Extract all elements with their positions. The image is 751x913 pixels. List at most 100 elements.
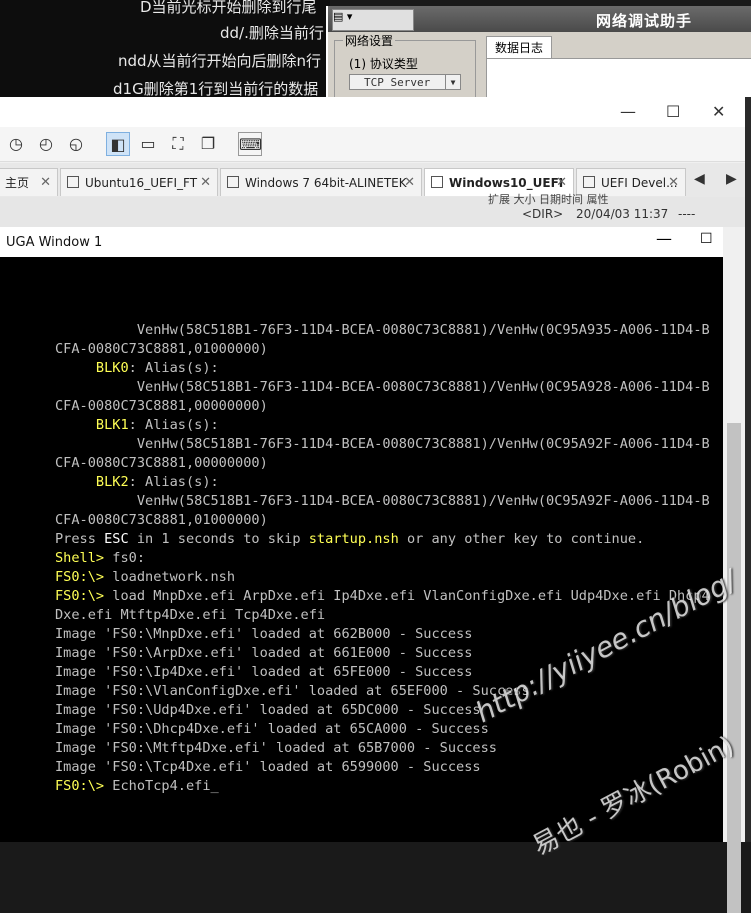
minimize-button[interactable]: — [656,229,672,248]
console-text: Press [55,531,105,547]
guest-file-list-fragment: 扩展 大小 日期时间 属性 <DIR> 20/04/03 11:37 ---- [0,193,745,227]
console-line: CFA-0080C73C8881,01000000) [55,511,268,530]
console-line: FS0:\> EchoTcp4.efi_ [55,777,219,796]
console-line: Image 'FS0:\Udp4Dxe.efi' loaded at 65DC0… [55,701,481,720]
snapshot-manager-icon[interactable]: ◵ [64,132,88,156]
console-line: BLK0: Alias(s): [55,359,219,378]
console-line: VenHw(58C518B1-76F3-11D4-BCEA-0080C73C88… [55,321,710,340]
chevron-left-icon[interactable]: ◀ [694,171,705,187]
file-attr: ---- [678,207,696,221]
console-text: Image 'FS0:\VlanConfigDxe.efi' loaded at… [55,683,530,699]
tab-data-log[interactable]: 数据日志 [486,36,552,59]
maximize-button[interactable]: ☐ [700,231,713,247]
console-text: VenHw(58C518B1-76F3-11D4-BCEA-0080C73C88… [136,379,710,395]
console-text: CFA-0080C73C8881,00000000) [55,455,268,471]
console-line: Image 'FS0:\MnpDxe.efi' loaded at 662B00… [55,625,472,644]
console-text: Image 'FS0:\ArpDxe.efi' loaded at 661E00… [55,645,473,661]
terminal-icon[interactable]: ⌨ [238,132,262,156]
background-note: dd/.删除当前行 [220,24,324,42]
console-line: Image 'FS0:\Tcp4Dxe.efi' loaded at 65990… [55,758,481,777]
close-icon[interactable]: ✕ [40,169,51,196]
data-log-panel: 数据日志 [482,36,751,102]
tab-home[interactable]: 主页 ✕ [0,168,58,196]
vm-icon [583,176,595,188]
console-text: FS0:\> [55,588,105,604]
close-icon[interactable]: ✕ [404,169,415,196]
background-window-edge [745,97,751,842]
uefi-shell-console[interactable]: VenHw(58C518B1-76F3-11D4-BCEA-0080C73C88… [0,257,723,842]
tab-label: Windows 7 64bit-ALINETEK [245,176,407,190]
console-text: BLK0 [95,360,129,376]
net-assistant-title: 网络调试助手 [596,12,693,30]
maximize-button[interactable]: ☐ [666,102,680,121]
unity-icon[interactable]: ❐ [196,132,220,156]
console-line: BLK1: Alias(s): [55,416,219,435]
console-text: CFA-0080C73C8881,00000000) [55,398,268,414]
tab-label: Windows10_UEFI [449,176,564,190]
console-line: Dxe.efi Mtftp4Dxe.efi Tcp4Dxe.efi [55,606,325,625]
console-text: Dxe.efi Mtftp4Dxe.efi Tcp4Dxe.efi [55,607,326,623]
console-text: EchoTcp4.efi_ [104,778,219,794]
vm-icon [227,176,239,188]
vm-toolbar: ◷ ◴ ◵ ◧ ▭ ⛶ ❐ ⌨ [0,127,745,162]
fullscreen-icon[interactable]: ⛶ [166,132,190,156]
snapshot-icon[interactable]: ◷ [4,132,28,156]
vm-icon [67,176,79,188]
tab-ubuntu16[interactable]: Ubuntu16_UEFI_FT ✕ [60,168,218,196]
tab-label: UEFI Devel... [601,176,678,190]
console-text: ESC [104,531,129,547]
tab-label: 主页 [5,176,30,190]
revert-snapshot-icon[interactable]: ◴ [34,132,58,156]
data-log-area[interactable] [486,58,751,102]
console-line: Press ESC in 1 seconds to skip startup.n… [55,530,644,549]
console-line: Image 'FS0:\Dhcp4Dxe.efi' loaded at 65CA… [55,720,489,739]
tab-windows7[interactable]: Windows 7 64bit-ALINETEK ✕ [220,168,422,196]
uga-window-titlebar: UGA Window 1 — ☐ [0,227,723,257]
close-icon[interactable]: ✕ [668,169,679,196]
console-line: Image 'FS0:\Ip4Dxe.efi' loaded at 65FE00… [55,663,472,682]
console-line: FS0:\> load MnpDxe.efi ArpDxe.efi Ip4Dxe… [55,587,710,606]
minimize-button[interactable]: — [620,102,636,121]
desktop-background: D当前光标开始删除到行尾 dd/.删除当前行 ndd从当前行开始向后删除n行 d… [0,0,330,100]
console-line: CFA-0080C73C8881,00000000) [55,397,268,416]
console-text: VenHw(58C518B1-76F3-11D4-BCEA-0080C73C88… [136,436,710,452]
console-indent [55,474,96,490]
file-type: <DIR> [522,207,564,221]
console-line: Shell> fs0: [55,549,145,568]
protocol-select[interactable]: TCP Server ▼ [349,74,461,90]
scrollbar-thumb[interactable] [727,423,741,913]
close-icon[interactable]: ✕ [200,169,211,196]
console-indent [55,379,137,395]
protocol-type-label: (1) 协议类型 [349,57,418,71]
console-text: fs0: [104,550,146,566]
console-text: startup.nsh [308,531,399,547]
console-indent [55,322,137,338]
console-text: loadnetwork.nsh [104,569,236,585]
chevron-right-icon[interactable]: ▶ [726,171,737,187]
window-menu-button[interactable]: ▤ ▾ [332,9,414,31]
console-text: BLK2 [95,474,129,490]
sidebar-toggle-icon[interactable]: ◧ [106,132,130,156]
console-text: : Alias(s): [128,474,219,490]
uga-window-title: UGA Window 1 [6,235,103,250]
console-text: BLK1 [95,417,129,433]
chevron-down-icon: ▼ [445,75,460,89]
console-line: Image 'FS0:\ArpDxe.efi' loaded at 661E00… [55,644,472,663]
vmware-window: — ☐ ✕ ◷ ◴ ◵ ◧ ▭ ⛶ ❐ ⌨ 主页 ✕ Ubuntu16_UEFI… [0,97,745,913]
console-line: CFA-0080C73C8881,01000000) [55,340,268,359]
console-text: or any other key to continue. [398,531,645,547]
console-text: : Alias(s): [128,417,219,433]
console-line: VenHw(58C518B1-76F3-11D4-BCEA-0080C73C88… [55,492,710,511]
background-note: ndd从当前行开始向后删除n行 [118,52,322,70]
background-note: D当前光标开始删除到行尾 [140,0,317,16]
console-text: Image 'FS0:\MnpDxe.efi' loaded at 662B00… [55,626,473,642]
background-note: d1G删除第1行到当前行的数据 [113,80,319,98]
console-view-icon[interactable]: ▭ [136,132,160,156]
console-line: VenHw(58C518B1-76F3-11D4-BCEA-0080C73C88… [55,435,710,454]
vmware-titlebar: — ☐ ✕ [0,97,745,127]
console-indent [55,493,137,509]
console-indent [55,360,96,376]
vm-icon [431,176,443,188]
console-text: load MnpDxe.efi ArpDxe.efi Ip4Dxe.efi Vl… [104,588,710,604]
close-button[interactable]: ✕ [712,102,725,121]
